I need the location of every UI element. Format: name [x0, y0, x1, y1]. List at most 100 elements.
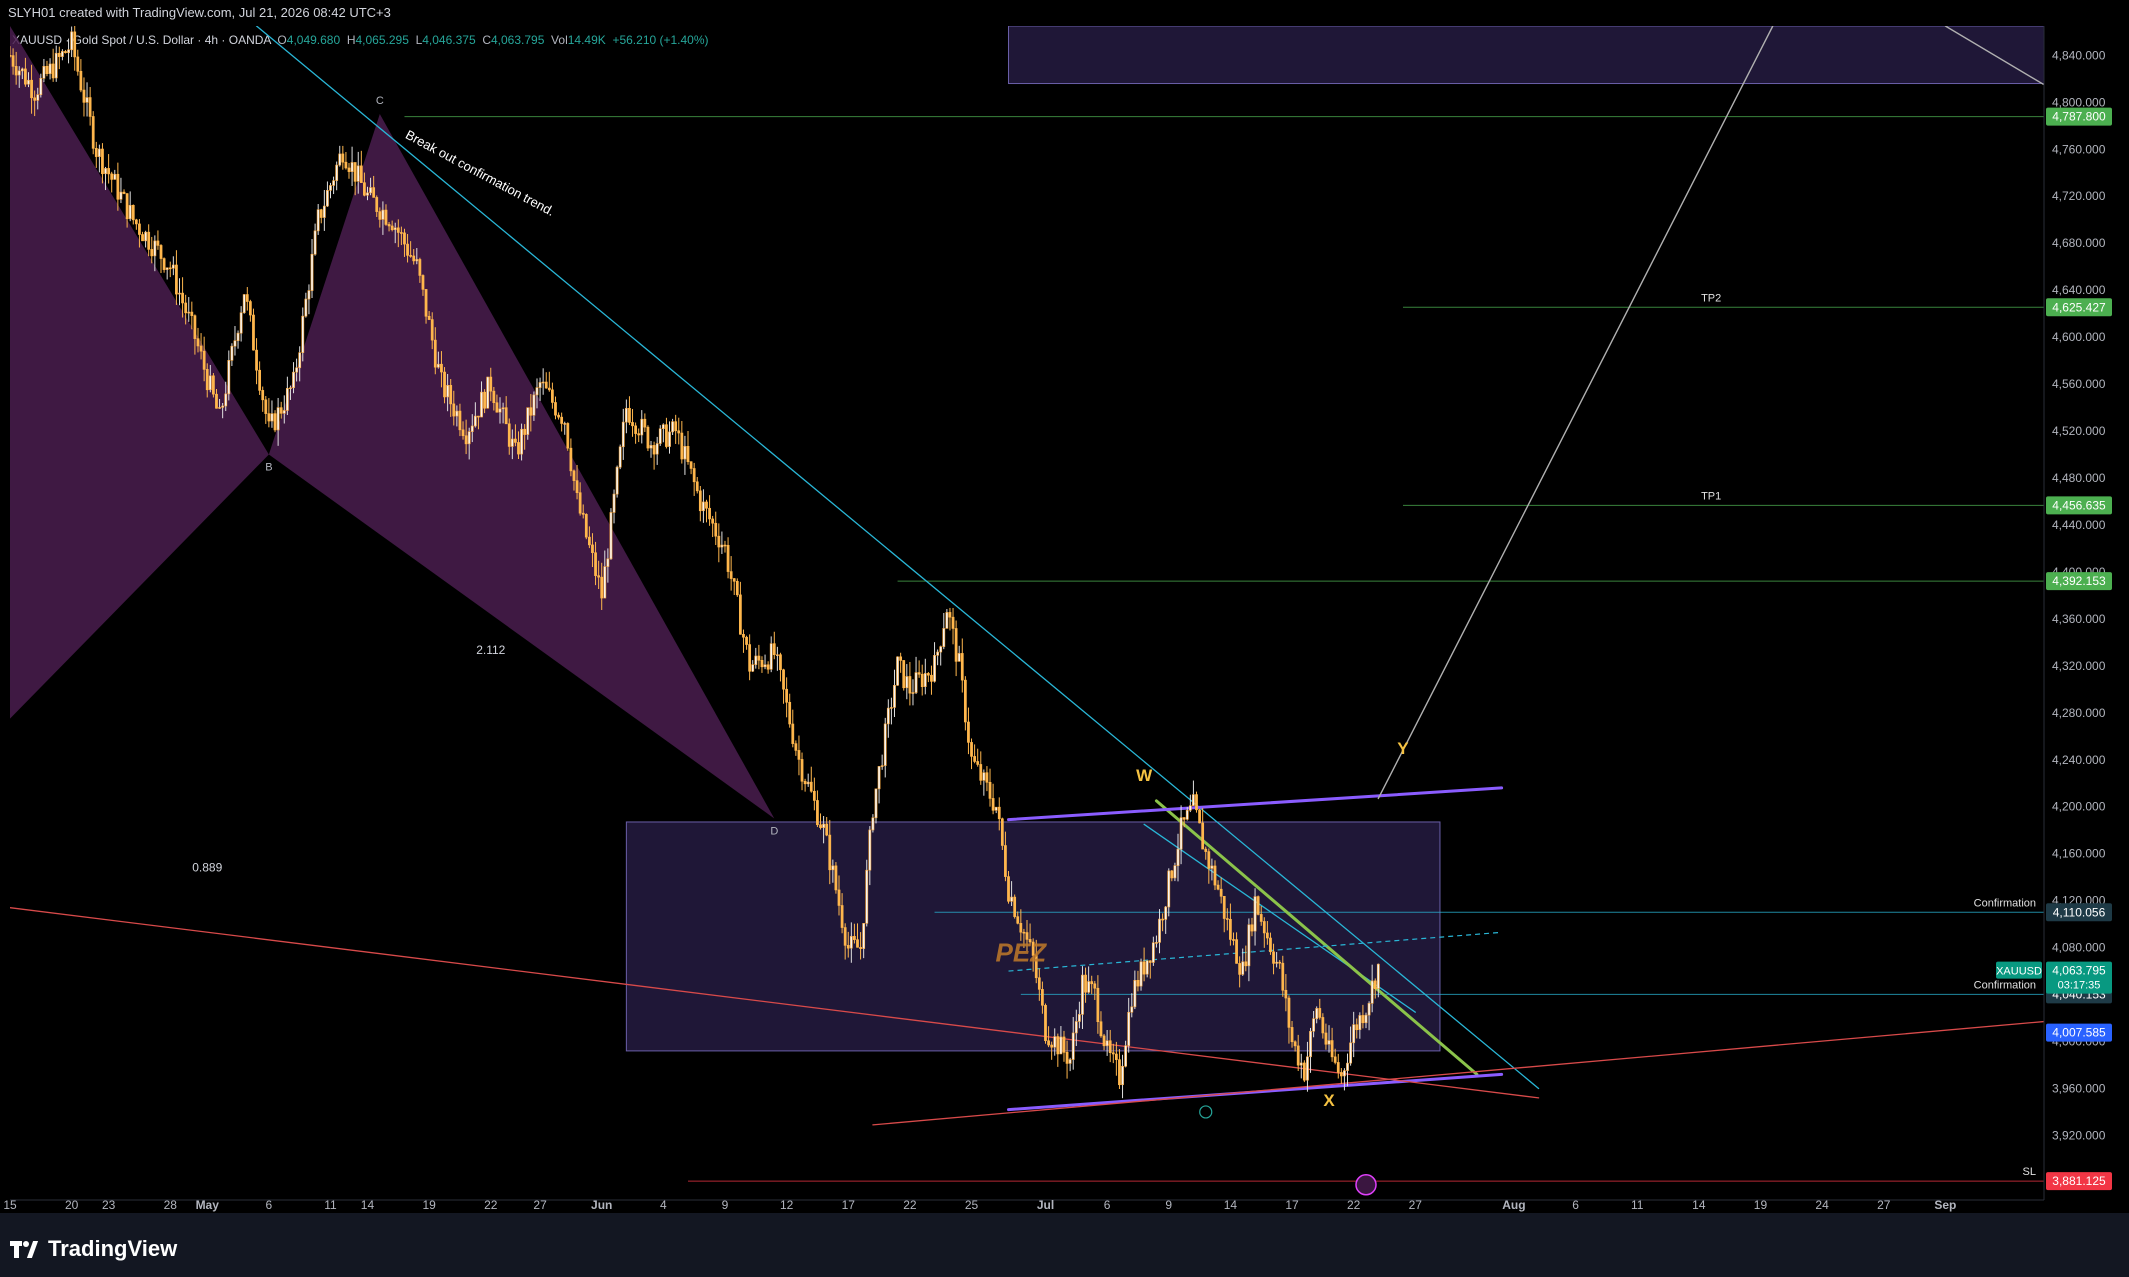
- candle-body: [748, 644, 752, 672]
- candle-body: [440, 363, 443, 373]
- candle-body: [436, 363, 440, 368]
- wave-label-X: X: [1323, 1091, 1335, 1110]
- time-tick-label: 19: [1754, 1198, 1768, 1212]
- price-tick-label: 4,800.000: [2052, 95, 2106, 109]
- candle-body: [1173, 865, 1177, 879]
- candle-body: [94, 148, 98, 157]
- candle-body: [997, 806, 1001, 820]
- candle-body: [544, 381, 548, 389]
- price-tick-label: 4,840.000: [2052, 48, 2106, 62]
- candle-body: [1170, 870, 1174, 879]
- candle-body: [190, 311, 194, 316]
- candle-body: [720, 544, 724, 548]
- candle-body: [822, 823, 825, 828]
- candle-body: [363, 182, 366, 196]
- candle-body: [1302, 1062, 1306, 1081]
- candle-body: [1167, 870, 1171, 908]
- candle-body: [42, 65, 46, 79]
- candle-body: [1256, 896, 1260, 915]
- candle-body: [276, 407, 280, 431]
- candle-body: [942, 628, 946, 647]
- candle-body: [618, 446, 622, 468]
- candle-body: [1281, 962, 1285, 991]
- candle-body: [483, 391, 486, 409]
- candle-body: [412, 255, 416, 262]
- candle-body: [1099, 1021, 1103, 1037]
- candle-body: [840, 905, 844, 928]
- candle-body: [184, 302, 188, 314]
- candle-body: [159, 245, 163, 259]
- candle-body: [723, 544, 727, 547]
- candle-body: [119, 191, 123, 200]
- candle-body: [893, 685, 896, 708]
- time-tick-label: 17: [842, 1198, 856, 1212]
- price-tick-label: 4,440.000: [2052, 518, 2106, 532]
- candle-body: [1376, 963, 1380, 989]
- candle-body: [14, 66, 18, 76]
- candle-body: [1201, 822, 1205, 850]
- time-tick-label: 28: [164, 1198, 178, 1212]
- candle-body: [828, 834, 832, 871]
- candle-body: [353, 162, 357, 182]
- candle-body: [655, 443, 659, 455]
- candle-body: [1161, 918, 1164, 921]
- candle-body: [1216, 884, 1220, 890]
- candle-body: [769, 643, 773, 670]
- candle-body: [156, 240, 160, 246]
- candle-body: [193, 315, 197, 339]
- candle-body: [745, 636, 748, 645]
- candle-body: [489, 376, 493, 392]
- candle-body: [628, 407, 631, 423]
- candle-body: [1022, 931, 1026, 934]
- candle-body: [239, 312, 243, 334]
- footer-bar: [0, 1213, 2129, 1277]
- candle-body: [923, 673, 927, 687]
- candle-body: [970, 742, 973, 757]
- candle-body: [775, 654, 779, 656]
- tradingview-brand[interactable]: TradingView: [10, 1236, 177, 1262]
- candle-body: [1315, 1008, 1319, 1020]
- candle-body: [1343, 1070, 1346, 1077]
- price-tick-label: 4,360.000: [2052, 612, 2106, 626]
- time-tick-label: 11: [324, 1198, 337, 1212]
- candle-body: [523, 428, 527, 435]
- candle-body: [1016, 916, 1020, 924]
- candle-body: [1179, 817, 1183, 850]
- candle-body: [1324, 1032, 1328, 1045]
- candle-body: [945, 612, 949, 629]
- price-tick-label: 4,560.000: [2052, 377, 2106, 391]
- price-chart[interactable]: TP2 TP1 Confirmation Confirmation SL B C D 2.112…: [0, 0, 2129, 1213]
- candle-body: [514, 438, 517, 443]
- candle-body: [322, 205, 326, 218]
- pattern-point-D: D: [770, 825, 778, 837]
- candle-body: [1373, 980, 1377, 989]
- time-tick-label: 6: [1104, 1198, 1111, 1212]
- candle-body: [1096, 987, 1100, 1023]
- candle-body: [507, 423, 511, 447]
- candle-body: [264, 399, 268, 414]
- candle-body: [415, 259, 419, 262]
- candle-body: [1139, 961, 1143, 987]
- price-tick-label: 4,600.000: [2052, 330, 2106, 344]
- price-tick-label: 4,480.000: [2052, 471, 2106, 485]
- candle-body: [27, 79, 30, 85]
- candle-body: [1293, 1041, 1297, 1047]
- candle-body: [1219, 888, 1223, 897]
- candle-body: [390, 225, 394, 231]
- candle-body: [1355, 1024, 1359, 1031]
- candle-body: [1081, 974, 1084, 1015]
- candle-body: [812, 790, 816, 801]
- candle-body: [575, 480, 579, 493]
- candle-body: [782, 669, 785, 690]
- candle-body: [1124, 1045, 1127, 1067]
- candle-body: [433, 339, 437, 368]
- candle-body: [1312, 1018, 1315, 1032]
- candle-body: [1065, 1052, 1069, 1064]
- candle-body: [82, 89, 86, 103]
- candle-body: [911, 692, 915, 694]
- candle-body: [1275, 961, 1279, 964]
- candle-body: [162, 258, 166, 270]
- price-axis-labels: 4,787.800 4,625.427 4,456.635 4,392.153 4,11…: [1996, 107, 2112, 1191]
- price-line-tag-TP1: TP1: [1701, 490, 1721, 502]
- time-tick-label: 22: [903, 1198, 917, 1212]
